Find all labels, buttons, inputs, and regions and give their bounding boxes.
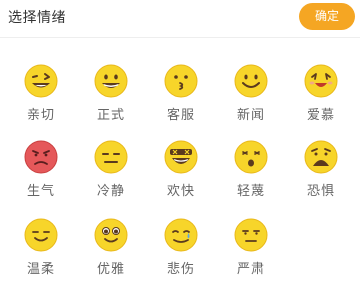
angry-face-icon	[24, 140, 58, 174]
emotion-item-youya[interactable]: 优雅	[76, 218, 146, 290]
emotion-item-xinwen[interactable]: 新闻	[216, 64, 286, 136]
emotion-item-kefu[interactable]: 客服	[146, 64, 216, 136]
emotion-item-beishang[interactable]: 悲伤	[146, 218, 216, 290]
emotion-label: 温柔	[26, 262, 55, 277]
emotion-item-huankuai[interactable]: 欢快	[146, 140, 216, 212]
kissing-icon	[164, 64, 198, 98]
emotion-item-qinqie[interactable]: 亲切	[6, 64, 76, 136]
emotion-item-qingmie[interactable]: 轻蔑	[216, 140, 286, 212]
emotion-label: 严肃	[236, 262, 265, 277]
emotion-label: 轻蔑	[236, 184, 265, 199]
heart-eyes-icon	[304, 64, 338, 98]
emotion-item-zhengshi[interactable]: 正式	[76, 64, 146, 136]
smiling-face-icon	[234, 64, 268, 98]
header-bar: 选择情绪 确定	[0, 0, 360, 38]
fearful-face-icon	[304, 140, 338, 174]
emotion-item-aimu[interactable]: 爱慕	[286, 64, 356, 136]
emotion-label: 欢快	[166, 184, 195, 199]
emotion-label: 恐惧	[306, 184, 335, 199]
emotion-label: 亲切	[26, 108, 55, 123]
elegant-face-icon	[94, 218, 128, 252]
confirm-button[interactable]: 确定	[299, 3, 355, 30]
serious-face-icon	[234, 218, 268, 252]
emotion-label: 客服	[166, 108, 195, 123]
gentle-smile-icon	[24, 218, 58, 252]
emotion-item-lengjing[interactable]: 冷静	[76, 140, 146, 212]
emotion-label: 爱慕	[306, 108, 335, 123]
winking-smile-icon	[24, 64, 58, 98]
emotion-label: 优雅	[96, 262, 125, 277]
surprised-face-icon	[234, 140, 268, 174]
laughing-face-icon	[164, 140, 198, 174]
emotion-label: 生气	[26, 184, 55, 199]
emotion-label: 新闻	[236, 108, 265, 123]
emotion-label: 正式	[96, 108, 125, 123]
emotion-item-shengqi[interactable]: 生气	[6, 140, 76, 212]
emotion-picker-page: 选择情绪 确定 亲切 正式 客服 新闻 爱慕 生气 冷静 欢快 轻蔑 恐惧 温柔…	[0, 0, 360, 297]
emotion-item-kongju[interactable]: 恐惧	[286, 140, 356, 212]
emotion-item-wenrou[interactable]: 温柔	[6, 218, 76, 290]
emotion-label: 冷静	[96, 184, 125, 199]
grin-icon	[94, 64, 128, 98]
sad-tear-icon	[164, 218, 198, 252]
emotion-label: 悲伤	[166, 262, 195, 277]
page-title: 选择情绪	[8, 10, 66, 26]
neutral-face-icon	[94, 140, 128, 174]
emotion-item-yansu[interactable]: 严肃	[216, 218, 286, 290]
